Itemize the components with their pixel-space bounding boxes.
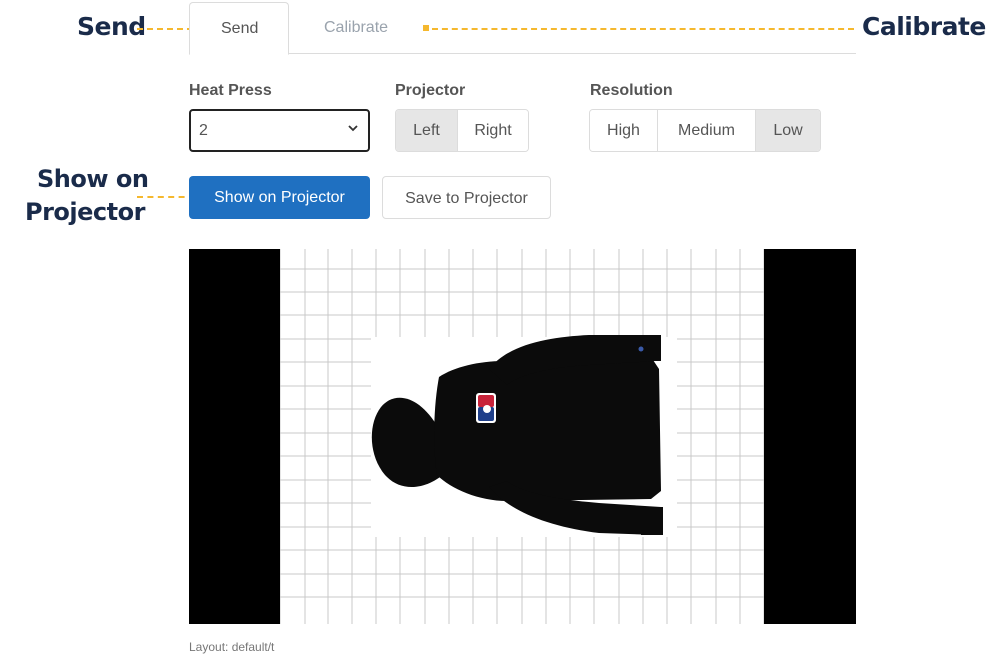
resolution-medium-button[interactable]: Medium bbox=[658, 110, 756, 151]
brand-mark-icon bbox=[638, 346, 644, 352]
resolution-low-button[interactable]: Low bbox=[756, 110, 820, 151]
resolution-label: Resolution bbox=[590, 82, 673, 99]
heat-press-label: Heat Press bbox=[189, 82, 272, 99]
projector-left-button[interactable]: Left bbox=[396, 110, 458, 151]
projection-preview bbox=[189, 249, 856, 624]
tab-calibrate[interactable]: Calibrate bbox=[306, 2, 406, 55]
callout-send: Send bbox=[77, 12, 146, 41]
projector-right-button[interactable]: Right bbox=[458, 110, 528, 151]
chevron-down-icon bbox=[348, 125, 358, 132]
resolution-high-button[interactable]: High bbox=[590, 110, 658, 151]
show-on-projector-button[interactable]: Show on Projector bbox=[189, 176, 370, 219]
hoodie-preview-image bbox=[189, 249, 856, 624]
heat-press-value: 2 bbox=[199, 122, 208, 139]
layout-status: Layout: default/t bbox=[189, 640, 275, 654]
callout-show-line bbox=[137, 196, 195, 198]
projector-label: Projector bbox=[395, 82, 466, 99]
save-to-projector-button[interactable]: Save to Projector bbox=[382, 176, 551, 219]
callout-show-line2: Projector bbox=[25, 198, 145, 226]
callout-calibrate: Calibrate bbox=[862, 12, 986, 41]
heat-press-select[interactable]: 2 bbox=[189, 109, 370, 152]
logo-patch-icon bbox=[476, 393, 496, 423]
resolution-toggle: High Medium Low bbox=[589, 109, 821, 152]
projector-toggle: Left Right bbox=[395, 109, 529, 152]
tab-send[interactable]: Send bbox=[189, 2, 289, 55]
tab-bar: Send Calibrate bbox=[189, 2, 856, 55]
callout-show-line1: Show on bbox=[37, 165, 149, 193]
